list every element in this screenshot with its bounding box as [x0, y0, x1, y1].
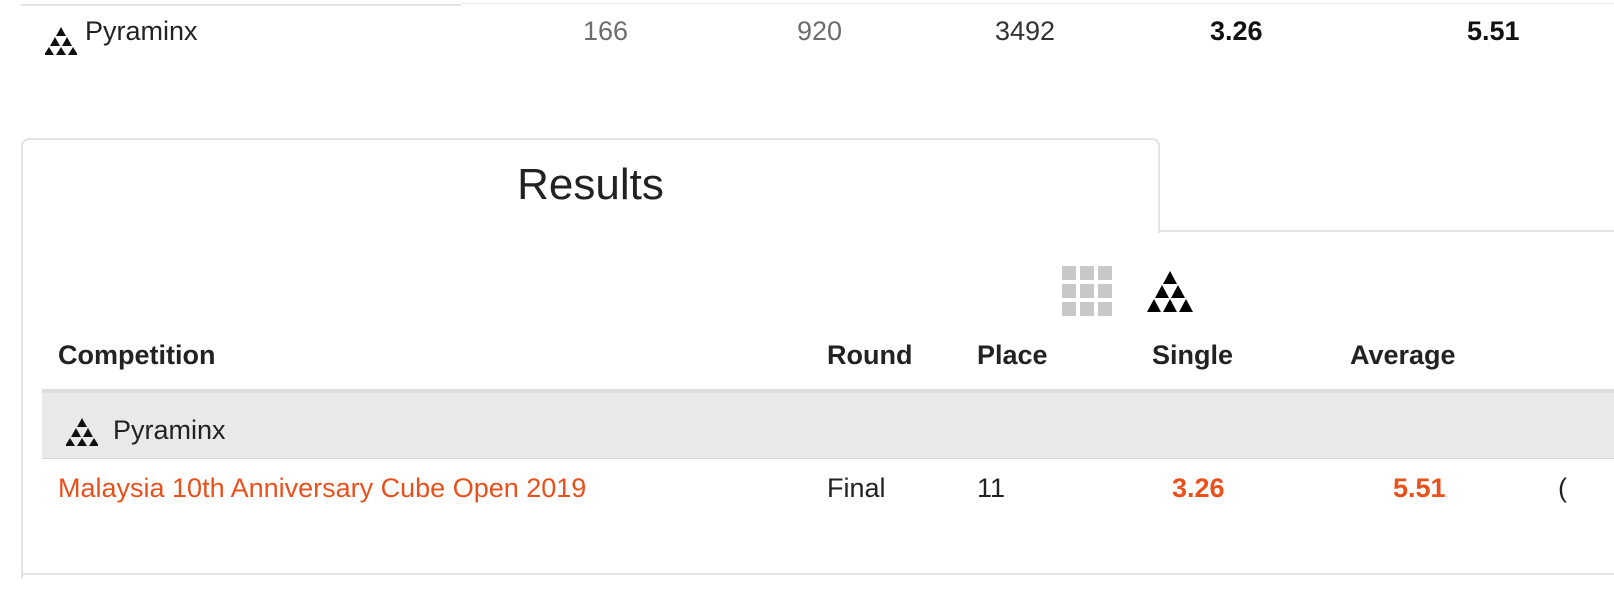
header-competition: Competition — [58, 340, 216, 370]
record-average: 5.51 — [1467, 16, 1520, 46]
tab-bar-line — [1159, 230, 1614, 232]
records-row-pyraminx: Pyraminx 166 920 3492 3.26 5.51 — [0, 12, 1614, 56]
competition-link[interactable]: Malaysia 10th Anniversary Cube Open 2019 — [58, 473, 586, 504]
panel-bottom-border — [21, 573, 1614, 575]
all-events-grid-icon[interactable] — [1062, 266, 1112, 316]
pyraminx-filter-icon[interactable] — [1146, 270, 1194, 314]
result-place: 11 — [977, 473, 1006, 503]
panel-left-border — [21, 232, 23, 578]
pyraminx-icon — [66, 418, 98, 446]
result-average: 5.51 — [1393, 473, 1446, 503]
event-group-row: Pyraminx — [42, 393, 1614, 459]
pyraminx-icon — [45, 27, 77, 55]
record-event-name: Pyraminx — [85, 16, 198, 46]
result-round: Final — [827, 473, 886, 503]
records-table-border — [21, 0, 461, 6]
record-cr-rank: 920 — [797, 16, 843, 46]
result-solves-truncated: ( — [1558, 473, 1567, 503]
record-nr-rank: 166 — [583, 16, 629, 46]
record-single: 3.26 — [1210, 16, 1263, 46]
records-table-border-right — [461, 0, 1614, 4]
result-single: 3.26 — [1172, 473, 1225, 503]
tab-results[interactable]: Results — [21, 138, 1160, 233]
header-round: Round — [827, 340, 913, 370]
event-group-label: Pyraminx — [113, 415, 226, 445]
record-wr-rank: 3492 — [995, 16, 1056, 46]
tab-results-label: Results — [517, 160, 664, 209]
header-place: Place — [977, 340, 1048, 370]
header-average: Average — [1350, 340, 1456, 370]
header-single: Single — [1152, 340, 1234, 370]
